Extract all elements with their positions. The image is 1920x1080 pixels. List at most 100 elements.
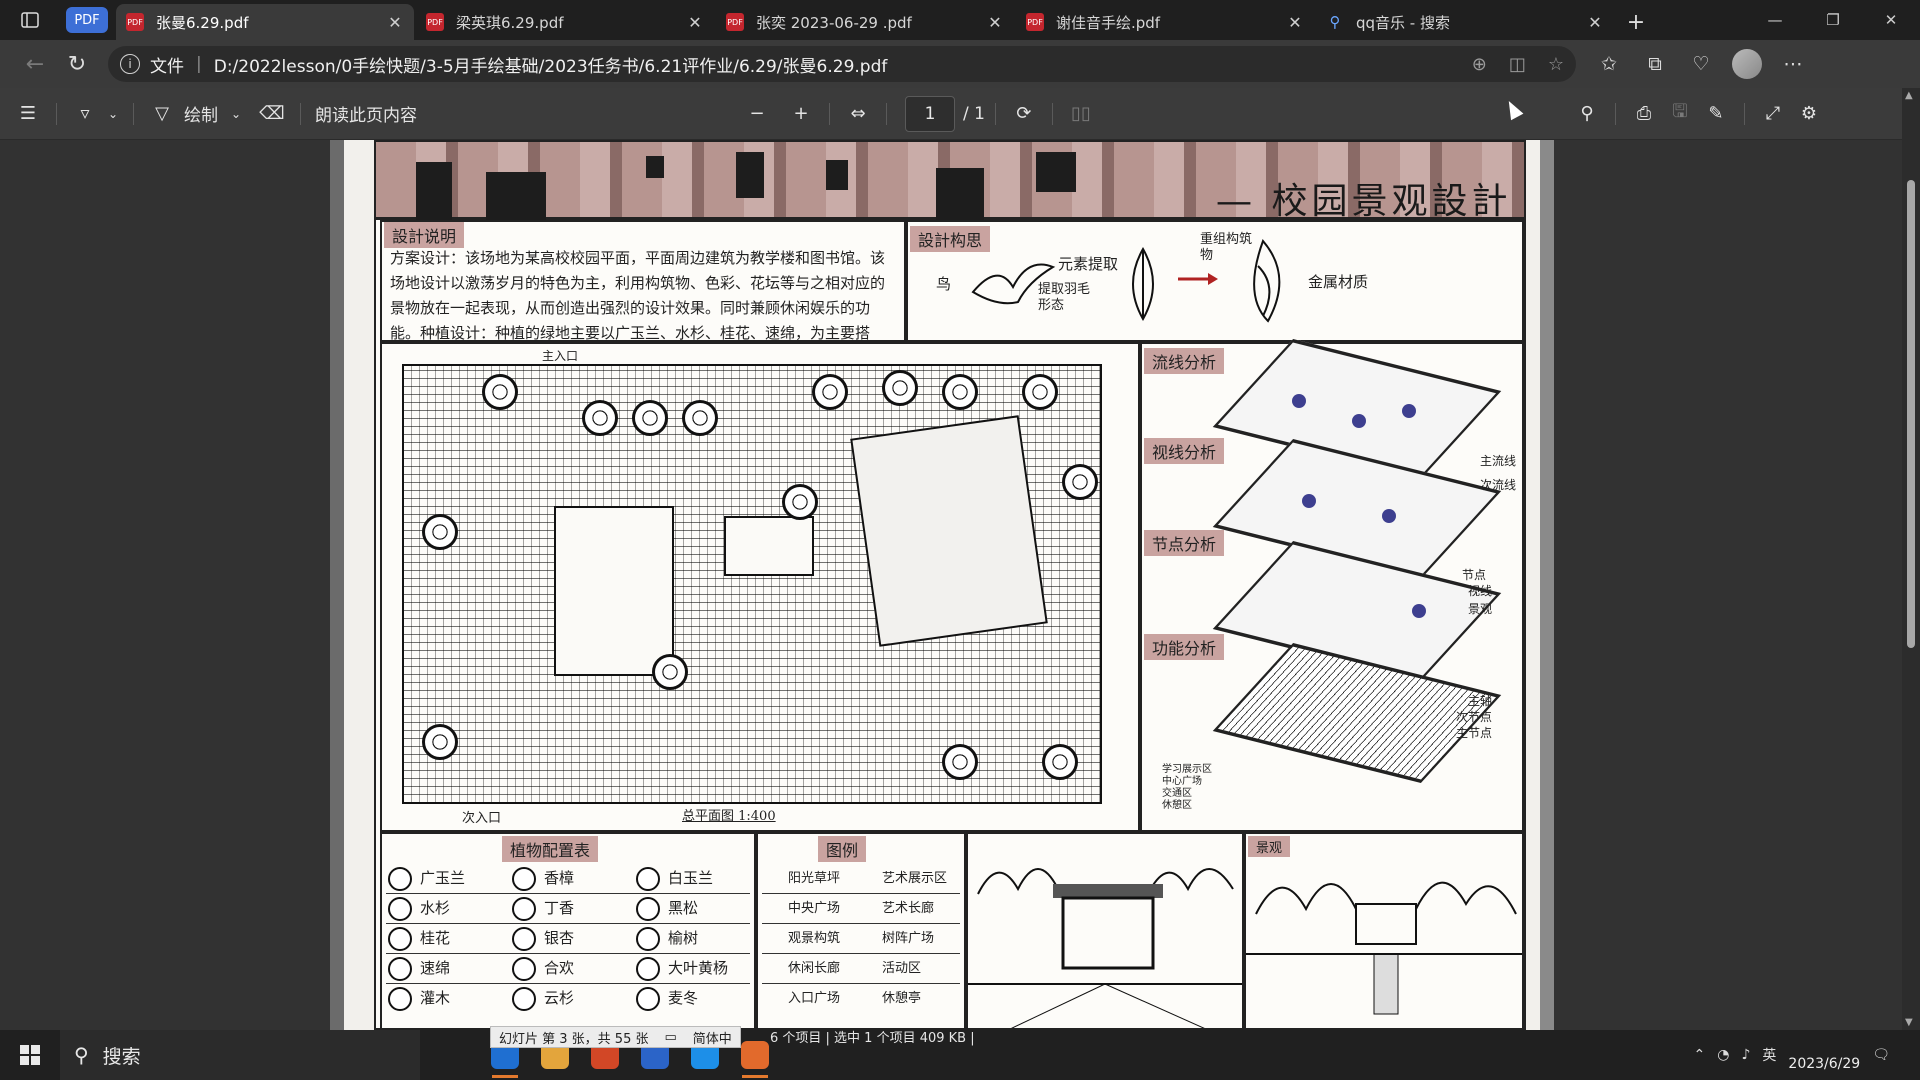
info-icon[interactable]: i: [120, 54, 140, 74]
divider: |: [196, 54, 202, 74]
table-row: 灌木 云杉 麦冬: [386, 984, 750, 1014]
tab-title: 梁英琪6.29.pdf: [456, 13, 564, 32]
analysis-note: 次流线: [1479, 478, 1516, 492]
page-view-icon[interactable]: ▯▯: [1063, 96, 1099, 132]
settings-gear-icon[interactable]: ⚙: [1791, 96, 1827, 132]
tab-title: 张曼6.29.pdf: [156, 13, 249, 32]
tree-symbol: [582, 400, 618, 436]
search-icon[interactable]: ⚲: [1569, 96, 1605, 132]
divider: [886, 102, 887, 125]
pdf-workspace-badge[interactable]: PDF: [66, 7, 108, 33]
legend-item: 休憩亭: [882, 991, 922, 1006]
contents-icon[interactable]: ☰: [10, 96, 46, 132]
browser-essentials-icon[interactable]: ♡: [1686, 49, 1716, 79]
read-aloud-button[interactable]: 朗读此页内容: [315, 96, 417, 132]
fit-page-icon[interactable]: ⇔: [840, 96, 876, 132]
address-bar[interactable]: i 文件 | D:/2022lesson/0手绘快题/3-5月手绘基础/2023…: [108, 46, 1576, 82]
fullscreen-icon[interactable]: ⤢: [1755, 96, 1791, 132]
split-screen-icon[interactable]: ◫: [1509, 54, 1526, 75]
tab-xiejiayin[interactable]: PDF 谢佳音手绘.pdf ✕: [1016, 4, 1314, 40]
collections-icon[interactable]: ⧉: [1640, 49, 1670, 79]
back-button[interactable]: ←: [14, 46, 56, 82]
legend-item: 阳光草坪: [788, 871, 841, 886]
close-icon[interactable]: ✕: [386, 13, 404, 32]
favorite-star-icon[interactable]: ☆: [1548, 54, 1564, 75]
plant-symbol-icon: [636, 987, 660, 1011]
pavilion-sketch: [968, 868, 1242, 1028]
highlight-icon[interactable]: ▿: [67, 96, 103, 132]
pdf-page: — 校园景观設計 設計说明 方案设计：该场地为某高校校园平面，平面周边建筑为教学…: [330, 140, 1554, 1030]
save-icon[interactable]: 🖫: [1662, 96, 1698, 132]
clock[interactable]: 2023/6/29: [1788, 1037, 1860, 1073]
volume-icon[interactable]: ♪: [1741, 1047, 1750, 1063]
tab-liangyingqi[interactable]: PDF 梁英琪6.29.pdf ✕: [416, 4, 714, 40]
save-as-icon[interactable]: ✎: [1698, 96, 1734, 132]
profile-avatar[interactable]: [1732, 49, 1762, 79]
new-tab-button[interactable]: +: [1616, 4, 1656, 40]
close-icon[interactable]: ✕: [686, 13, 704, 32]
chevron-down-icon[interactable]: ⌄: [103, 96, 123, 132]
url-text[interactable]: D:/2022lesson/0手绘快题/3-5月手绘基础/2023任务书/6.2…: [214, 52, 1472, 77]
sculpture-icon: [1253, 239, 1281, 323]
pdf-icon: PDF: [726, 13, 744, 31]
analysis-box: 流线分析 视线分析 节点分析 功能分析 主流线 次流线 节点 视线 景观 主轴 …: [1140, 338, 1524, 832]
design-notes-box: 設計说明 方案设计：该场地为某高校校园平面，平面周边建筑为教学楼和图书馆。该场地…: [380, 220, 906, 392]
restore-button[interactable]: ❐: [1804, 0, 1862, 40]
network-icon[interactable]: ◔: [1717, 1047, 1729, 1063]
omnibox-icons: ⊕ ◫ ☆: [1472, 54, 1564, 75]
ime-icon[interactable]: 英: [1762, 1045, 1776, 1065]
plant-name: 银杏: [544, 929, 575, 947]
close-icon[interactable]: ✕: [1586, 13, 1604, 32]
scroll-up-icon[interactable]: ▲: [1905, 90, 1913, 101]
legend-item: 艺术长廊: [882, 901, 935, 916]
rotate-icon[interactable]: ⟳: [1006, 96, 1042, 132]
print-icon[interactable]: ⎙: [1626, 96, 1662, 132]
tab-actions-button[interactable]: [0, 0, 60, 40]
page-number-input[interactable]: 1: [905, 95, 955, 132]
legend-item: 休闲长廊: [788, 961, 841, 976]
table-row: 桂花 银杏 榆树: [386, 924, 750, 954]
pdf-icon: PDF: [426, 13, 444, 31]
title-banner: — 校园景观設計: [376, 142, 1524, 222]
draw-icon[interactable]: ▽: [144, 96, 180, 132]
chevron-up-icon[interactable]: ⌃: [1694, 1047, 1706, 1063]
zoom-in-button[interactable]: +: [783, 96, 819, 132]
divider: [56, 102, 57, 125]
legend-item: 活动区: [882, 961, 922, 976]
divider: [994, 102, 996, 125]
start-button[interactable]: [0, 1030, 60, 1080]
favorites-icon[interactable]: ✩: [1594, 49, 1624, 79]
draw-button[interactable]: 绘制: [184, 96, 218, 132]
refresh-button[interactable]: ↻: [56, 46, 98, 82]
vertical-scrollbar[interactable]: ▲ ▼: [1902, 88, 1920, 1030]
close-icon[interactable]: ✕: [986, 13, 1004, 32]
notes-icon[interactable]: ▭: [664, 1030, 676, 1045]
ime-indicator[interactable]: 简体中: [693, 1028, 732, 1047]
pdf-viewer[interactable]: — 校园景观設計 設計说明 方案设计：该场地为某高校校园平面，平面周边建筑为教学…: [0, 140, 1902, 1030]
notification-icon[interactable]: 🗨: [1872, 1047, 1890, 1063]
explorer-status-strip: 6 个项目 | 选中 1 个项目 409 KB |: [770, 1026, 975, 1046]
plant-symbol-icon: [388, 927, 412, 951]
secondary-entrance-label: 次入口: [462, 811, 502, 826]
chevron-down-icon[interactable]: ⌄: [218, 96, 254, 132]
close-window-button[interactable]: ✕: [1862, 0, 1920, 40]
scrollbar-thumb[interactable]: [1907, 180, 1915, 648]
scroll-down-icon[interactable]: ▼: [1905, 1017, 1913, 1028]
tab-qqmusic-search[interactable]: ⚲ qq音乐 - 搜索 ✕: [1316, 4, 1614, 40]
tab-zhangyi[interactable]: PDF 张奕 2023-06-29 .pdf ✕: [716, 4, 1014, 40]
eraser-icon[interactable]: ⌫: [254, 96, 290, 132]
plant-name: 丁香: [544, 899, 575, 917]
tab-zhangman[interactable]: PDF 张曼6.29.pdf ✕: [116, 4, 414, 40]
zoom-icon[interactable]: ⊕: [1472, 54, 1487, 75]
system-tray: ⌃ ◔ ♪ 英 2023/6/29 🗨: [1694, 1030, 1890, 1080]
pavilion-area: [724, 516, 814, 576]
plant-symbol-icon: [636, 927, 660, 951]
node-analysis-label: 节点分析: [1144, 530, 1225, 556]
taskbar-search[interactable]: ⚲ 搜索: [60, 1030, 420, 1080]
more-menu-icon[interactable]: ⋯: [1778, 49, 1808, 79]
close-icon[interactable]: ✕: [1286, 13, 1304, 32]
zoom-out-button[interactable]: −: [739, 96, 775, 132]
minimize-button[interactable]: —: [1746, 0, 1804, 40]
browser-toolbar-icons: ✩ ⧉ ♡ ⋯: [1594, 49, 1808, 79]
flow-node: [1292, 394, 1306, 408]
